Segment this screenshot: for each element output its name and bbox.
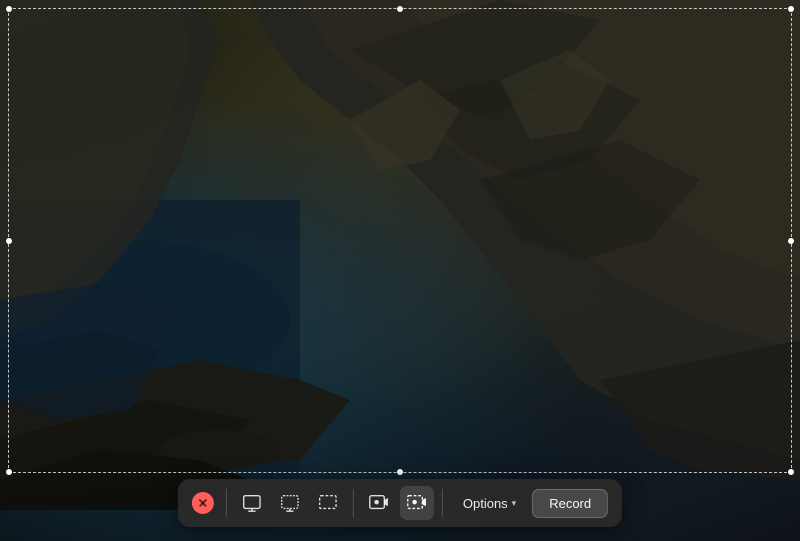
screenshot-toolbar: Options ▾ Record: [178, 479, 622, 527]
options-label: Options: [463, 496, 508, 511]
record-selection-button[interactable]: [400, 486, 434, 520]
close-button[interactable]: [192, 492, 214, 514]
record-label: Record: [549, 496, 591, 511]
record-button[interactable]: Record: [532, 489, 608, 518]
record-screen-button[interactable]: [362, 486, 396, 520]
cliff-svg: [0, 0, 800, 541]
options-button[interactable]: Options ▾: [451, 490, 528, 517]
toolbar-divider-2: [353, 489, 354, 517]
capture-selection-button[interactable]: [311, 486, 345, 520]
toolbar-divider-1: [226, 489, 227, 517]
capture-window-outlined-button[interactable]: [273, 486, 307, 520]
options-chevron-icon: ▾: [512, 498, 517, 509]
wallpaper-background: [0, 0, 800, 541]
capture-window-button[interactable]: [235, 486, 269, 520]
toolbar-divider-3: [442, 489, 443, 517]
